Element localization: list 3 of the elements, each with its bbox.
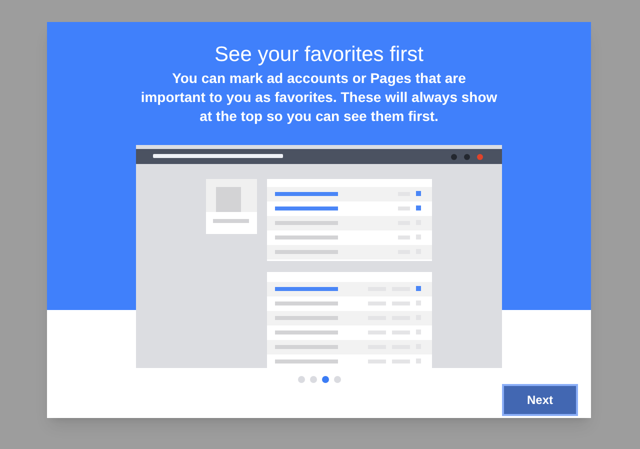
dialog-description: You can mark ad accounts or Pages that are important to you as favorites. These will always show at the top so you can see them first. [140, 69, 498, 126]
dialog-title: See your favorites first [214, 42, 424, 68]
next-button[interactable]: Next [502, 384, 578, 416]
